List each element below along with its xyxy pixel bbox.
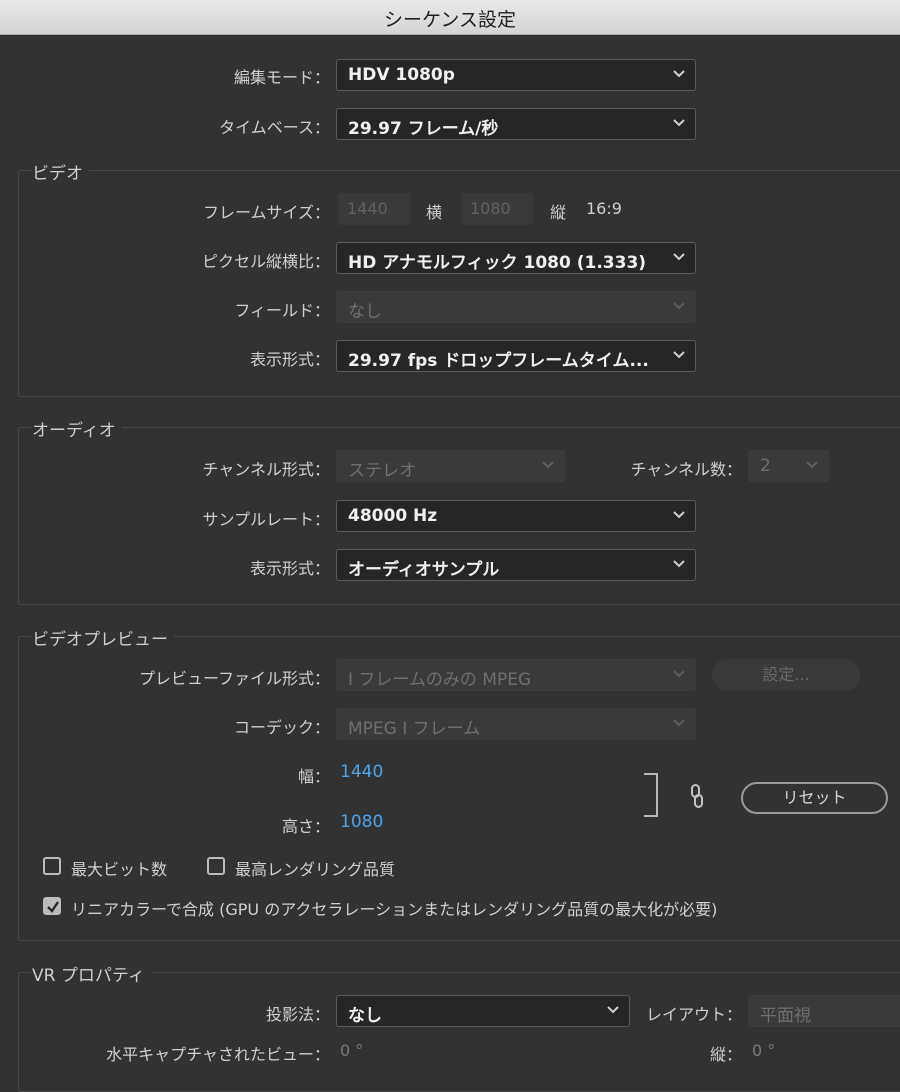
video-display-format-dropdown[interactable]: 29.97 fps ドロップフレームタイム... — [336, 340, 696, 372]
pixel-aspect-label: ピクセル縦横比： — [201, 252, 330, 271]
preview-settings-button[interactable]: 設定... — [712, 659, 860, 691]
chevron-down-icon — [673, 511, 685, 519]
preview-file-format-label: プレビューファイル形式： — [138, 669, 330, 688]
sample-rate-dropdown[interactable]: 48000 Hz — [336, 500, 696, 532]
layout-label: レイアウト： — [645, 1005, 742, 1024]
horizontal-view-label: 水平キャプチャされたビュー： — [106, 1045, 330, 1064]
channel-count-label: チャンネル数： — [630, 460, 742, 479]
preview-width-label: 幅： — [297, 767, 330, 786]
video-preview-section-title: ビデオプレビュー — [32, 625, 174, 650]
channel-count-dropdown[interactable]: 2 — [748, 450, 829, 482]
pixel-aspect-value: HD アナモルフィック 1080 (1.333) — [348, 253, 647, 273]
linear-color-label: リニアカラーで合成 (GPU のアクセラレーションまたはレンダリング品質の最大化… — [71, 900, 718, 919]
frame-width-field: 1440 — [338, 193, 410, 225]
chevron-down-icon — [673, 670, 685, 678]
channel-format-value: ステレオ — [348, 461, 416, 481]
preview-width-value[interactable]: 1440 — [340, 762, 383, 782]
preview-file-format-dropdown[interactable]: I フレームのみの MPEG — [336, 659, 696, 691]
chevron-down-icon — [806, 461, 818, 469]
video-display-format-value: 29.97 fps ドロップフレームタイム... — [348, 351, 649, 371]
preview-height-label: 高さ： — [281, 817, 330, 836]
channel-format-label: チャンネル形式： — [202, 460, 330, 479]
timebase-dropdown[interactable]: 29.97 フレーム/秒 — [336, 108, 696, 140]
reset-button[interactable]: リセット — [741, 782, 888, 814]
timebase-value: 29.97 フレーム/秒 — [348, 119, 499, 139]
chevron-down-icon — [673, 253, 685, 261]
chevron-down-icon — [673, 119, 685, 127]
projection-label: 投影法： — [265, 1005, 330, 1024]
preview-height-value[interactable]: 1080 — [340, 812, 383, 832]
vertical-view-value[interactable]: 0 ° — [752, 1041, 775, 1060]
max-bit-depth-checkbox[interactable] — [43, 857, 61, 875]
vertical-view-label: 縦： — [709, 1045, 742, 1064]
chevron-down-icon — [673, 560, 685, 568]
edit-mode-dropdown[interactable]: HDV 1080p — [336, 59, 696, 91]
chevron-down-icon — [673, 351, 685, 359]
frame-height-unit: 縦 — [550, 203, 567, 222]
max-render-quality-label: 最高レンダリング品質 — [235, 860, 396, 879]
audio-section-title: オーディオ — [32, 416, 122, 441]
codec-label: コーデック： — [233, 718, 330, 737]
layout-dropdown[interactable]: 平面視 — [748, 995, 900, 1027]
audio-display-format-dropdown[interactable]: オーディオサンプル — [336, 549, 696, 581]
aspect-ratio-value: 16:9 — [586, 199, 622, 218]
channel-format-dropdown[interactable]: ステレオ — [336, 450, 565, 482]
video-display-format-label: 表示形式： — [249, 350, 330, 369]
codec-value: MPEG I フレーム — [348, 719, 481, 739]
title-bar: シーケンス設定 — [0, 0, 900, 35]
audio-display-format-value: オーディオサンプル — [348, 560, 500, 580]
video-section-title: ビデオ — [32, 159, 89, 184]
edit-mode-label: 編集モード： — [233, 68, 330, 87]
horizontal-view-value[interactable]: 0 ° — [340, 1041, 363, 1060]
sample-rate-label: サンプルレート： — [202, 510, 330, 529]
chevron-down-icon — [542, 461, 554, 469]
chevron-down-icon — [673, 719, 685, 727]
edit-mode-value: HDV 1080p — [348, 65, 455, 85]
frame-height-field: 1080 — [461, 193, 533, 225]
frame-width-unit: 横 — [426, 203, 443, 222]
frame-height-value: 1080 — [470, 199, 511, 218]
frame-size-label: フレームサイズ： — [202, 203, 330, 222]
fields-label: フィールド： — [234, 301, 330, 320]
preview-file-format-value: I フレームのみの MPEG — [348, 670, 532, 690]
projection-value: なし — [348, 1006, 382, 1026]
max-bit-depth-label: 最大ビット数 — [71, 860, 168, 879]
timebase-label: タイムベース： — [219, 118, 330, 137]
codec-dropdown[interactable]: MPEG I フレーム — [336, 708, 696, 740]
frame-width-value: 1440 — [347, 199, 388, 218]
window-title: シーケンス設定 — [383, 9, 517, 31]
channel-count-value: 2 — [760, 456, 771, 476]
vr-section — [18, 972, 900, 1092]
sample-rate-value: 48000 Hz — [348, 506, 438, 526]
vr-section-title: VR プロパティ — [32, 961, 151, 986]
projection-dropdown[interactable]: なし — [336, 995, 630, 1027]
fields-value: なし — [348, 302, 382, 322]
fields-dropdown[interactable]: なし — [336, 291, 696, 323]
layout-value: 平面視 — [760, 1006, 811, 1026]
chevron-down-icon — [673, 70, 685, 78]
chevron-down-icon — [607, 1006, 619, 1014]
checkmark-icon — [47, 901, 59, 913]
link-icon[interactable] — [690, 784, 704, 808]
max-render-quality-checkbox[interactable] — [207, 857, 225, 875]
link-bracket — [644, 773, 658, 817]
pixel-aspect-dropdown[interactable]: HD アナモルフィック 1080 (1.333) — [336, 242, 696, 274]
audio-display-format-label: 表示形式： — [249, 559, 330, 578]
chevron-down-icon — [673, 302, 685, 310]
linear-color-checkbox[interactable] — [43, 897, 61, 915]
